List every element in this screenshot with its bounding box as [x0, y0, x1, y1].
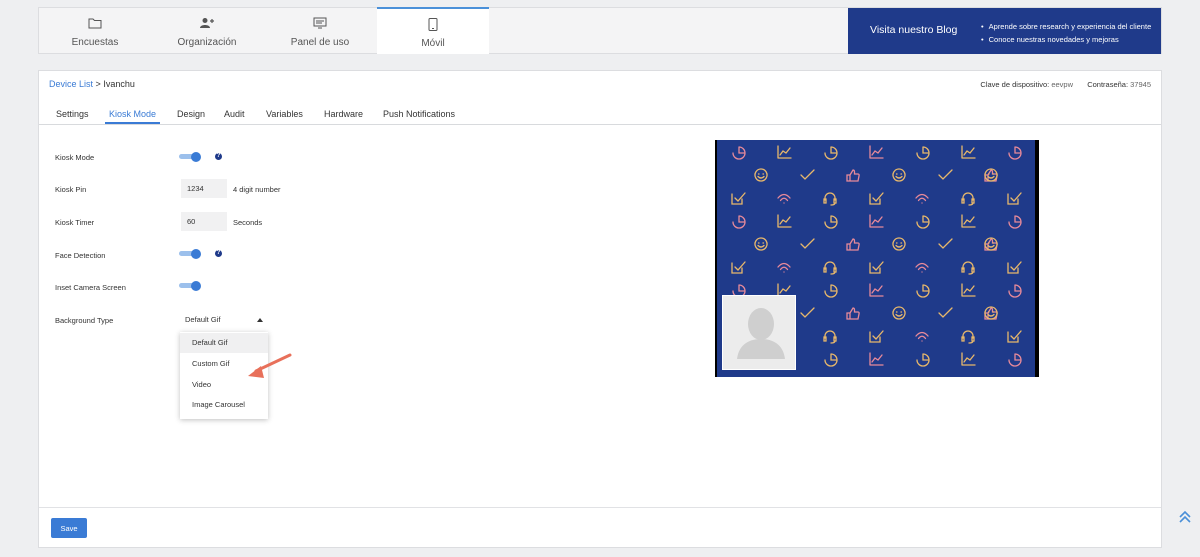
tab-variables[interactable]: Variables: [266, 109, 303, 119]
kiosk-mode-help-icon[interactable]: ?: [215, 153, 222, 160]
device-credentials: Clave de dispositivo: eevpw Contraseña: …: [980, 80, 1151, 89]
blog-bullet: Conoce nuestras novedades y mejoras: [981, 33, 1151, 46]
nav-tab-label: Organización: [177, 37, 237, 48]
background-type-value: Default Gif: [185, 315, 221, 324]
face-detection-label: Face Detection: [55, 251, 106, 260]
tab-settings[interactable]: Settings: [56, 109, 89, 119]
breadcrumb-separator: >: [95, 79, 101, 89]
inset-camera-toggle[interactable]: [179, 281, 201, 291]
password-label: Contraseña:: [1087, 80, 1129, 89]
nav-tab-label: Móvil: [421, 38, 445, 49]
kiosk-pin-input[interactable]: [181, 179, 227, 198]
breadcrumb-device-list-link[interactable]: Device List: [49, 79, 93, 89]
tab-hardware[interactable]: Hardware: [324, 109, 363, 119]
footer-divider: [39, 507, 1161, 508]
blog-bullets: Aprende sobre research y experiencia del…: [981, 20, 1152, 46]
device-key-value: eevpw: [1051, 80, 1073, 89]
dropdown-option-image-carousel[interactable]: Image Carousel: [180, 395, 268, 415]
face-detection-toggle[interactable]: [179, 249, 201, 259]
kiosk-mode-label: Kiosk Mode: [55, 153, 95, 162]
settings-tabs: Settings Kiosk Mode Design Audit Variabl…: [39, 106, 1161, 125]
add-user-icon: [199, 17, 215, 32]
nav-tab-encuestas[interactable]: Encuestas: [39, 8, 151, 53]
kiosk-pin-label: Kiosk Pin: [55, 185, 87, 194]
blog-bullet: Aprende sobre research y experiencia del…: [981, 20, 1152, 33]
save-button[interactable]: Save: [51, 518, 87, 538]
inset-camera-label: Inset Camera Screen: [55, 283, 126, 292]
password-value: 37945: [1130, 80, 1151, 89]
breadcrumb-current: Ivanchu: [103, 79, 135, 89]
kiosk-preview: [715, 140, 1039, 377]
kiosk-pin-hint: 4 digit number: [233, 185, 281, 194]
dropdown-option-default-gif[interactable]: Default Gif: [180, 333, 268, 353]
kiosk-timer-hint: Seconds: [233, 218, 263, 227]
dashboard-icon: [313, 17, 327, 32]
breadcrumb: Device List > Ivanchu: [49, 79, 135, 89]
avatar: [722, 295, 796, 370]
device-key-label: Clave de dispositivo:: [980, 80, 1050, 89]
nav-tab-label: Panel de uso: [290, 37, 350, 48]
nav-tab-panel-de-uso[interactable]: Panel de uso: [264, 8, 376, 53]
nav-tab-movil[interactable]: Móvil: [377, 7, 489, 54]
blog-banner[interactable]: Visita nuestro Blog Aprende sobre resear…: [848, 8, 1161, 54]
mobile-icon: [428, 18, 438, 34]
user-silhouette-icon: [737, 308, 785, 359]
nav-tab-organizacion[interactable]: Organización: [151, 8, 263, 53]
folder-icon: [88, 17, 102, 32]
kiosk-mode-toggle[interactable]: [179, 152, 201, 162]
tab-push-notifications[interactable]: Push Notifications: [383, 109, 455, 119]
tab-design[interactable]: Design: [177, 109, 205, 119]
kiosk-timer-label: Kiosk Timer: [55, 218, 95, 227]
caret-up-icon: [257, 318, 263, 322]
tab-kiosk-mode[interactable]: Kiosk Mode: [104, 109, 161, 124]
device-card: Device List > Ivanchu Clave de dispositi…: [38, 70, 1162, 548]
tab-audit[interactable]: Audit: [224, 109, 245, 119]
blog-title: Visita nuestro Blog: [870, 24, 958, 36]
scroll-to-top-icon[interactable]: [1178, 510, 1192, 524]
annotation-arrow-icon: [248, 353, 292, 378]
background-type-label: Background Type: [55, 316, 114, 325]
face-detection-help-icon[interactable]: ?: [215, 250, 222, 257]
kiosk-timer-input[interactable]: [181, 212, 227, 231]
nav-tab-label: Encuestas: [71, 37, 119, 48]
background-type-select[interactable]: Default Gif: [185, 315, 265, 327]
